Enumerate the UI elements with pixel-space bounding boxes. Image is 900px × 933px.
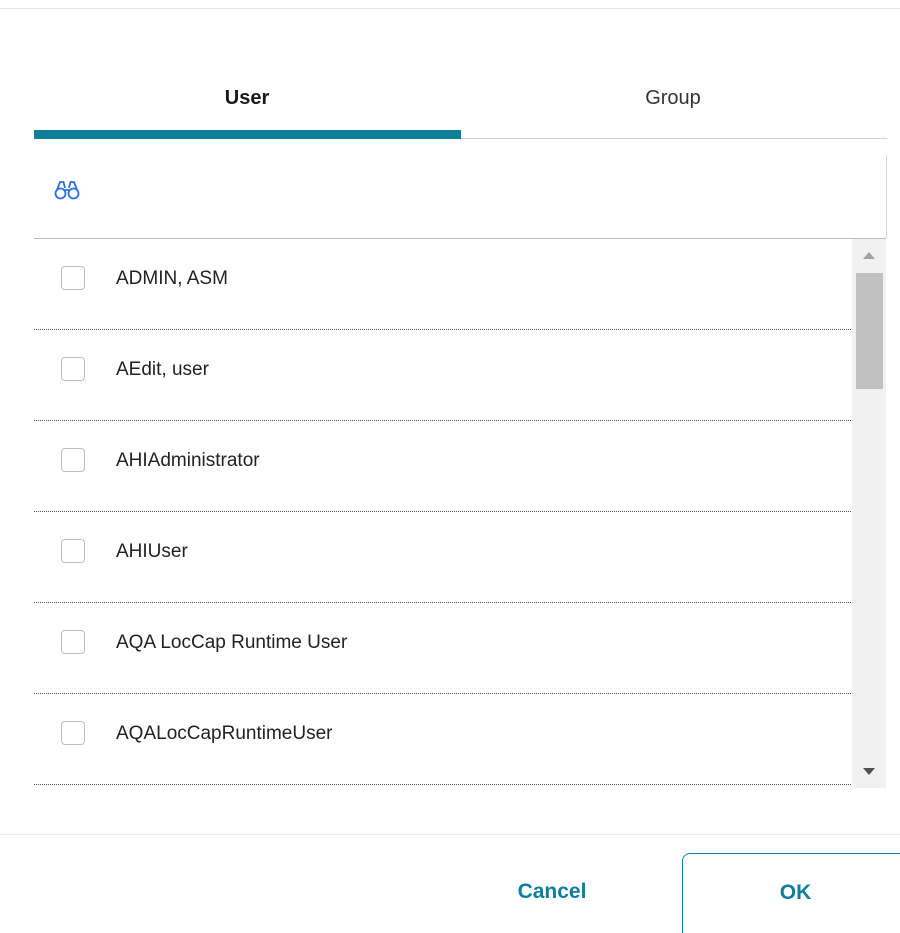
list-item[interactable]: AEdit, user xyxy=(34,330,851,421)
user-checkbox[interactable] xyxy=(61,357,85,381)
tab-user-label: User xyxy=(224,87,270,109)
user-list: ADMIN, ASM AEdit, user AHIAdministrator … xyxy=(34,239,851,788)
list-item-label: AHIUser xyxy=(116,541,188,562)
user-checkbox[interactable] xyxy=(61,266,85,290)
user-checkbox[interactable] xyxy=(61,721,85,745)
scroll-thumb[interactable] xyxy=(856,273,883,389)
list-item[interactable]: AQA LocCap Runtime User xyxy=(34,603,851,694)
active-tab-indicator xyxy=(34,130,461,139)
list-item[interactable]: AQALocCapRuntimeUser xyxy=(34,694,851,785)
footer-divider xyxy=(0,834,900,835)
list-scrollbar[interactable] xyxy=(852,239,886,788)
scroll-up-arrow-icon[interactable] xyxy=(852,239,886,267)
binoculars-icon[interactable] xyxy=(54,179,80,201)
list-item[interactable]: AHIUser xyxy=(34,512,851,603)
list-item-label: AEdit, user xyxy=(116,359,209,380)
row-divider xyxy=(34,784,851,785)
user-checkbox[interactable] xyxy=(61,539,85,563)
scroll-down-arrow-icon[interactable] xyxy=(852,760,886,788)
ok-button-label: OK xyxy=(779,881,812,904)
list-item[interactable]: ADMIN, ASM xyxy=(34,239,851,330)
cancel-button-label: Cancel xyxy=(517,880,587,903)
top-divider xyxy=(0,8,900,9)
list-item[interactable]: AHIAdministrator xyxy=(34,421,851,512)
search-bar xyxy=(34,155,887,238)
cancel-button[interactable]: Cancel xyxy=(482,855,622,930)
ok-button[interactable]: OK xyxy=(682,853,900,933)
user-checkbox[interactable] xyxy=(61,448,85,472)
list-item-label: ADMIN, ASM xyxy=(116,268,228,289)
list-item-label: AQALocCapRuntimeUser xyxy=(116,723,333,744)
tab-group-label: Group xyxy=(645,87,701,109)
user-checkbox[interactable] xyxy=(61,630,85,654)
tab-group[interactable]: Group xyxy=(460,68,886,140)
list-item-label: AHIAdministrator xyxy=(116,450,260,471)
list-item-label: AQA LocCap Runtime User xyxy=(116,632,348,653)
